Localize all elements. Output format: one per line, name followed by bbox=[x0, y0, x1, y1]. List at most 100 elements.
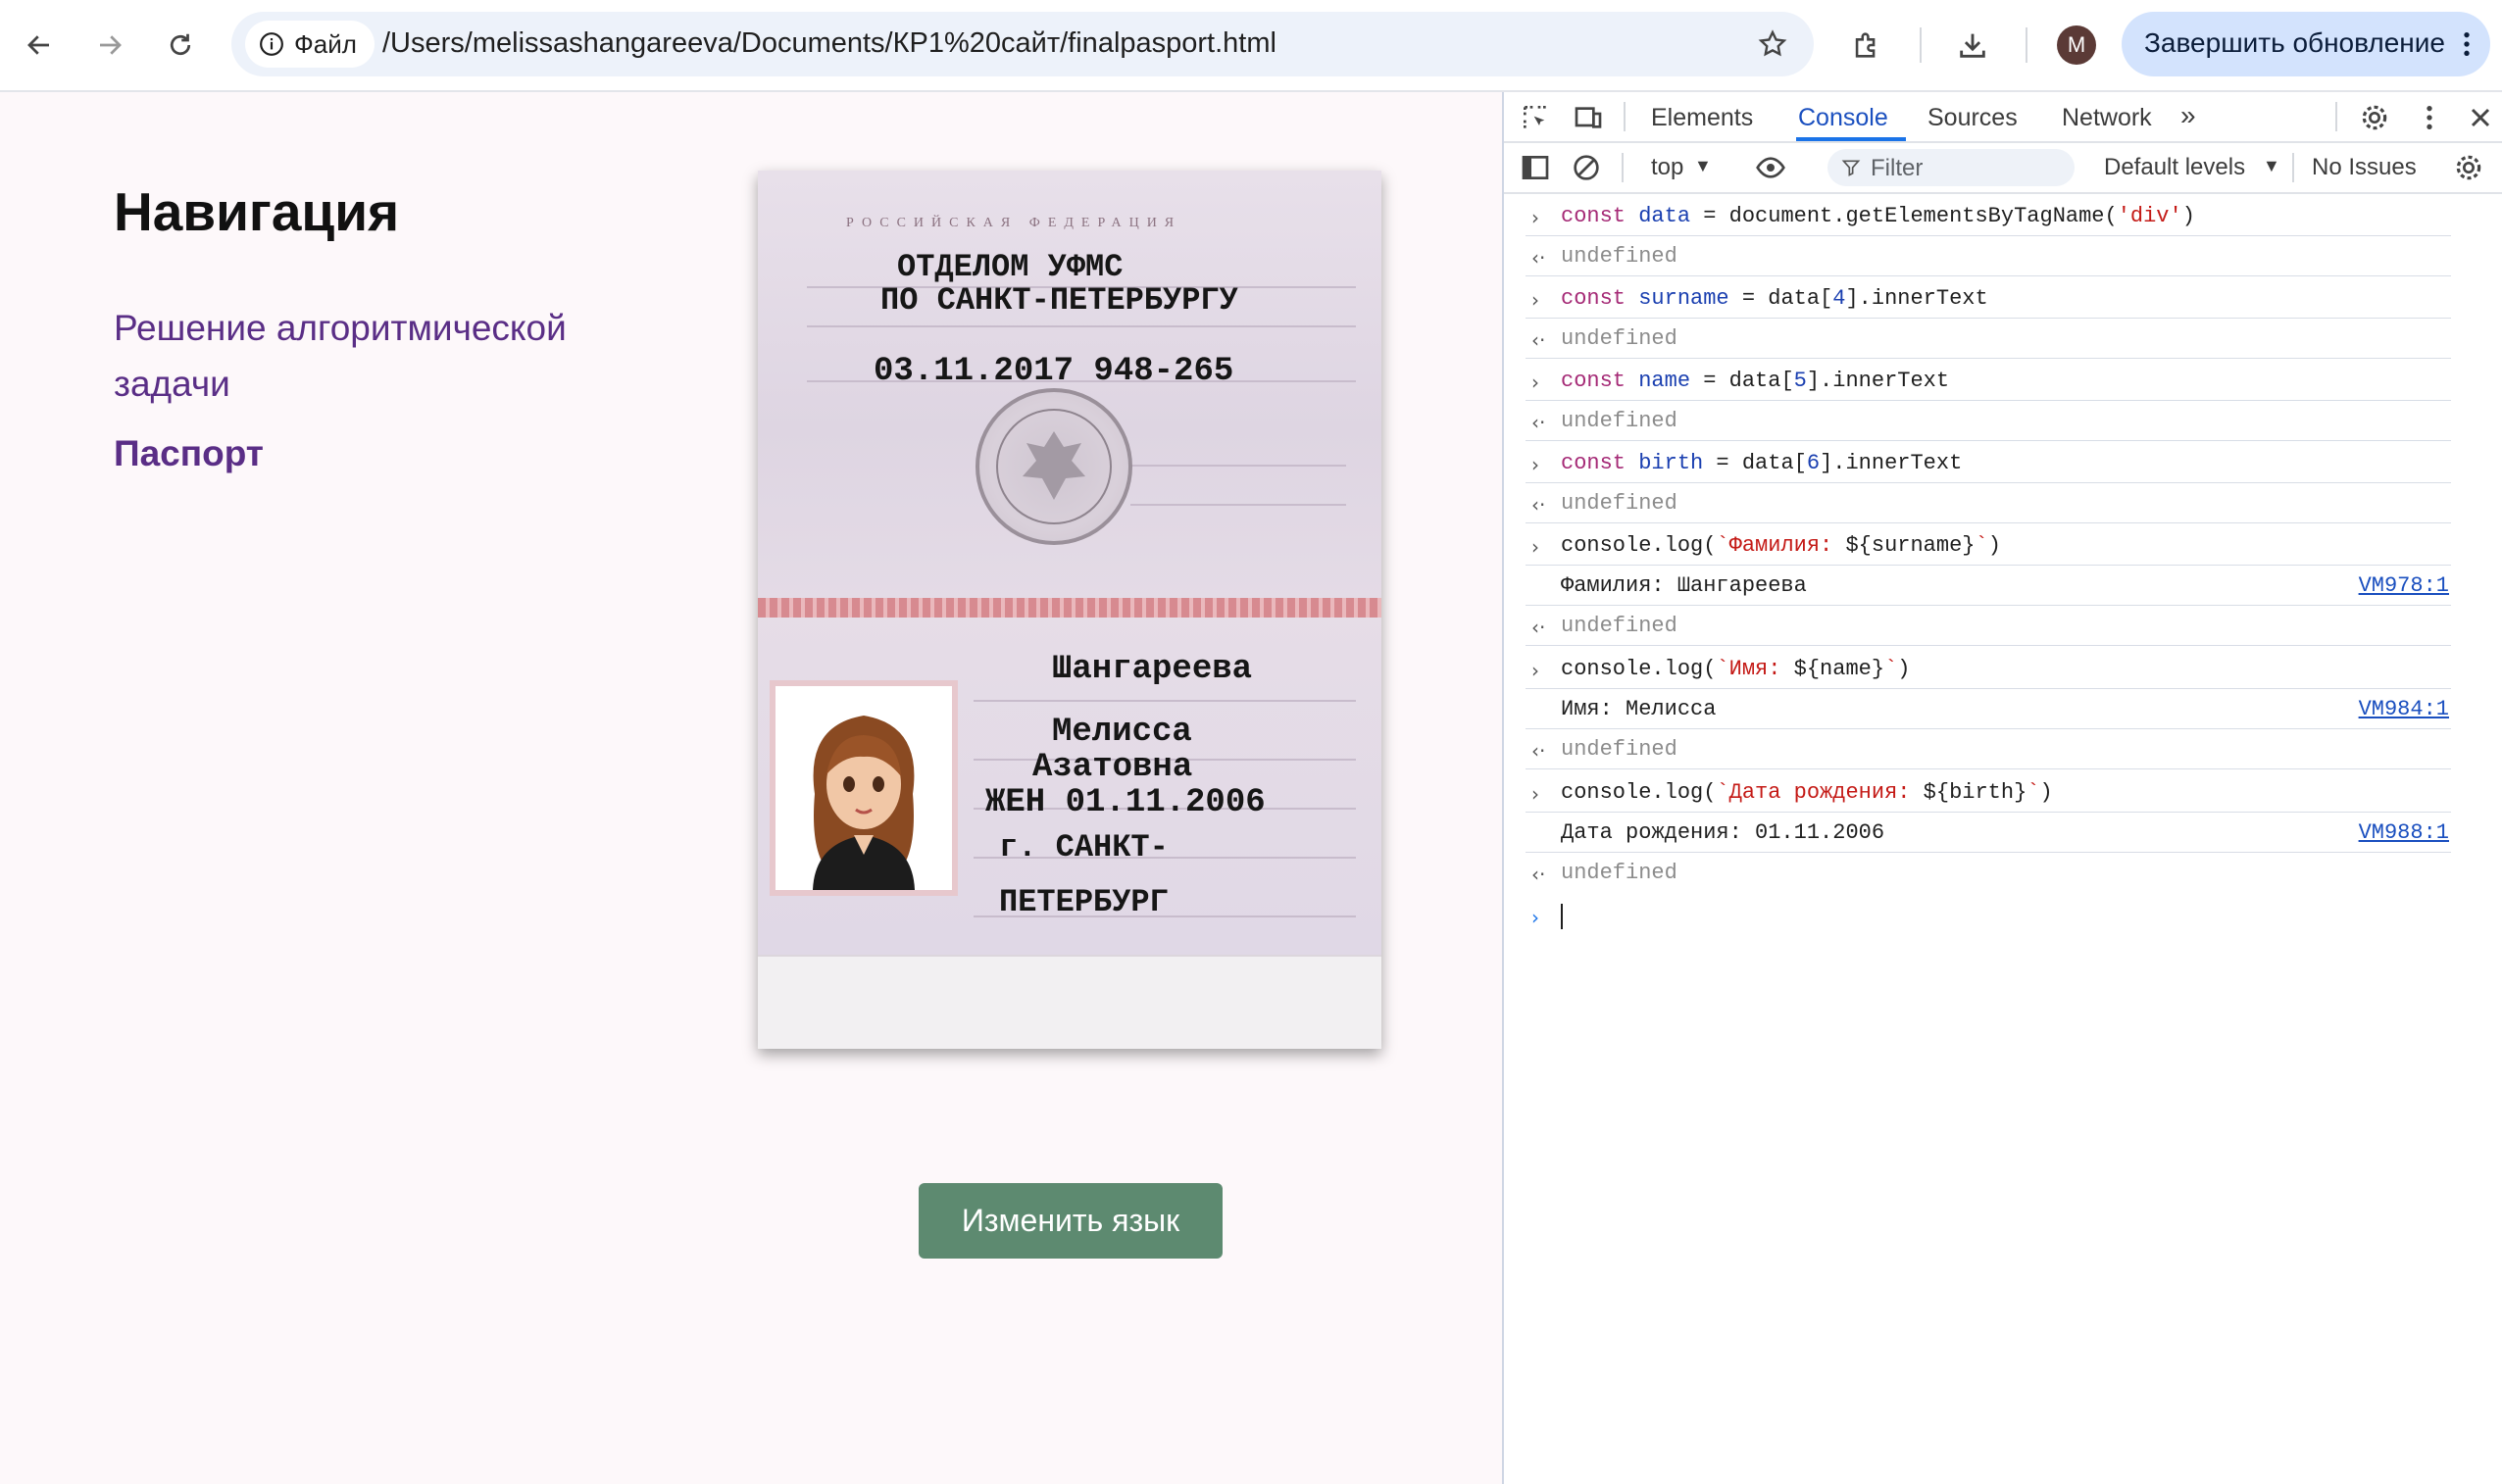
tab-sources[interactable]: Sources bbox=[1927, 104, 2018, 132]
passport-issuer-line1: ОТДЕЛОМ УФМС bbox=[897, 249, 1124, 285]
passport-birthplace-line1: г. САНКТ- bbox=[999, 829, 1169, 866]
console-result: undefined bbox=[1561, 409, 1677, 433]
input-chevron-icon[interactable]: › bbox=[1531, 288, 1539, 312]
eagle-emblem-icon bbox=[996, 409, 1112, 524]
input-chevron-icon[interactable]: › bbox=[1531, 453, 1539, 476]
reload-button[interactable] bbox=[153, 18, 208, 73]
console-settings-gear-icon[interactable] bbox=[2453, 152, 2484, 183]
sidebar-toggle-icon[interactable] bbox=[1520, 152, 1551, 183]
tab-console[interactable]: Console bbox=[1798, 104, 1888, 132]
bookmark-star-icon[interactable] bbox=[1757, 28, 1788, 65]
extensions-button[interactable] bbox=[1839, 18, 1894, 73]
console-result: undefined bbox=[1561, 491, 1677, 516]
clear-console-icon[interactable] bbox=[1571, 152, 1602, 183]
url-text[interactable]: /Users/melissashangareeva/Documents/КР1%… bbox=[382, 27, 1276, 60]
address-bar[interactable]: Файл /Users/melissashangareeva/Documents… bbox=[231, 12, 1814, 76]
console-log-row: Имя: Мелисса VM984:1 bbox=[1504, 689, 2502, 729]
console-input-row: › const name = data[5].innerText bbox=[1504, 361, 2502, 401]
passport-sex-birth: ЖЕН 01.11.2006 bbox=[985, 784, 1266, 821]
console-input-row: › const data = document.getElementsByTag… bbox=[1504, 196, 2502, 236]
passport-birthplace-line2: ПЕТЕРБУРГ bbox=[999, 884, 1169, 920]
passport-mrz-area bbox=[758, 955, 1381, 1049]
console-command: console.log(`Фамилия: ${surname}`) bbox=[1561, 533, 2001, 558]
devtools-panel: Elements Console Sources Network » top ▼… bbox=[1502, 92, 2502, 1484]
passport-issue-date-code: 03.11.2017 948-265 bbox=[874, 353, 1234, 390]
console-result-row: ‹· undefined bbox=[1504, 729, 2502, 769]
console-log-row: Дата рождения: 01.11.2006 VM988:1 bbox=[1504, 813, 2502, 853]
source-link[interactable]: VM988:1 bbox=[2359, 820, 2449, 845]
change-language-button[interactable]: Изменить язык bbox=[919, 1183, 1223, 1259]
console-prompt[interactable]: › bbox=[1504, 896, 2502, 936]
console-input-row: › console.log(`Дата рождения: ${birth}`) bbox=[1504, 772, 2502, 813]
result-return-icon: ‹· bbox=[1531, 616, 1546, 639]
console-result-row: ‹· undefined bbox=[1504, 319, 2502, 359]
back-button[interactable] bbox=[12, 18, 67, 73]
passport-surname: Шангареева bbox=[1052, 651, 1253, 688]
console-log-message: Фамилия: Шангареева bbox=[1561, 573, 1807, 598]
filter-icon bbox=[1841, 160, 1861, 176]
inspect-element-icon[interactable] bbox=[1520, 102, 1551, 133]
passport-header: РОССИЙСКАЯ ФЕДЕРАЦИЯ bbox=[846, 216, 1182, 230]
back-arrow-icon bbox=[27, 35, 49, 55]
issues-counter[interactable]: No Issues bbox=[2312, 154, 2417, 181]
filter-placeholder: Filter bbox=[1871, 155, 1924, 181]
tab-elements[interactable]: Elements bbox=[1651, 104, 1753, 132]
context-dropdown-icon[interactable]: ▼ bbox=[1694, 156, 1712, 176]
console-result: undefined bbox=[1561, 326, 1677, 351]
portrait-illustration bbox=[776, 686, 952, 890]
console-command: const birth = data[6].innerText bbox=[1561, 451, 1963, 475]
console-input-row: › const surname = data[4].innerText bbox=[1504, 278, 2502, 319]
file-label: Файл bbox=[294, 28, 357, 59]
close-devtools-icon[interactable] bbox=[2465, 102, 2496, 133]
levels-dropdown-icon[interactable]: ▼ bbox=[2263, 156, 2280, 176]
finish-update-label: Завершить обновление bbox=[2144, 27, 2445, 58]
console-command: const name = data[5].innerText bbox=[1561, 369, 1950, 393]
profile-avatar[interactable]: M bbox=[2057, 25, 2096, 65]
log-levels-dropdown[interactable]: Default levels bbox=[2104, 154, 2245, 181]
nav-link-passport[interactable]: Паспорт bbox=[114, 433, 264, 474]
source-link[interactable]: VM978:1 bbox=[2359, 573, 2449, 598]
console-result-row: ‹· undefined bbox=[1504, 606, 2502, 646]
forward-arrow-icon bbox=[100, 35, 122, 55]
finish-update-button[interactable]: Завершить обновление bbox=[2122, 12, 2490, 76]
source-link[interactable]: VM984:1 bbox=[2359, 697, 2449, 721]
bar-divider bbox=[2292, 153, 2294, 182]
console-input-row: › console.log(`Фамилия: ${surname}`) bbox=[1504, 525, 2502, 566]
toolbar-divider bbox=[1920, 27, 1922, 63]
console-result-row: ‹· undefined bbox=[1504, 483, 2502, 523]
console-toolbar: top ▼ Filter Default levels ▼ No Issues bbox=[1504, 143, 2502, 194]
input-chevron-icon[interactable]: › bbox=[1531, 206, 1539, 229]
input-chevron-icon[interactable]: › bbox=[1531, 371, 1539, 394]
console-log-message: Имя: Мелисса bbox=[1561, 697, 1717, 721]
more-options-icon[interactable] bbox=[2414, 102, 2445, 133]
console-output[interactable]: › const data = document.getElementsByTag… bbox=[1504, 194, 2502, 1484]
browser-toolbar: Файл /Users/melissashangareeva/Documents… bbox=[0, 0, 2502, 92]
live-expression-eye-icon[interactable] bbox=[1753, 152, 1788, 183]
more-tabs-icon[interactable]: » bbox=[2180, 100, 2196, 131]
more-vert-icon bbox=[2464, 32, 2470, 56]
site-info-chip[interactable]: Файл bbox=[245, 21, 375, 68]
nav-link-algorithm[interactable]: Решение алгоритмической задачи bbox=[114, 300, 624, 412]
puzzle-icon bbox=[1855, 32, 1876, 58]
input-chevron-icon[interactable]: › bbox=[1531, 659, 1539, 682]
tab-divider bbox=[1624, 102, 1626, 131]
console-result: undefined bbox=[1561, 244, 1677, 269]
forward-button[interactable] bbox=[82, 18, 137, 73]
settings-gear-icon[interactable] bbox=[2359, 102, 2390, 133]
console-result-row: ‹· undefined bbox=[1504, 236, 2502, 276]
context-selector[interactable]: top bbox=[1651, 154, 1683, 181]
nav-title: Навигация bbox=[114, 181, 400, 242]
input-chevron-icon[interactable]: › bbox=[1531, 535, 1539, 559]
tab-network[interactable]: Network bbox=[2062, 104, 2152, 132]
result-return-icon: ‹· bbox=[1531, 739, 1546, 763]
result-return-icon: ‹· bbox=[1531, 246, 1546, 270]
text-cursor bbox=[1561, 904, 1563, 929]
reload-icon bbox=[170, 33, 191, 56]
info-icon bbox=[260, 32, 283, 56]
input-chevron-icon[interactable]: › bbox=[1531, 782, 1539, 806]
result-return-icon: ‹· bbox=[1531, 863, 1546, 886]
downloads-button[interactable] bbox=[1945, 18, 2000, 73]
device-toolbar-icon[interactable] bbox=[1573, 102, 1604, 133]
filter-input[interactable]: Filter bbox=[1827, 149, 2075, 186]
prompt-chevron-icon: › bbox=[1531, 906, 1539, 929]
